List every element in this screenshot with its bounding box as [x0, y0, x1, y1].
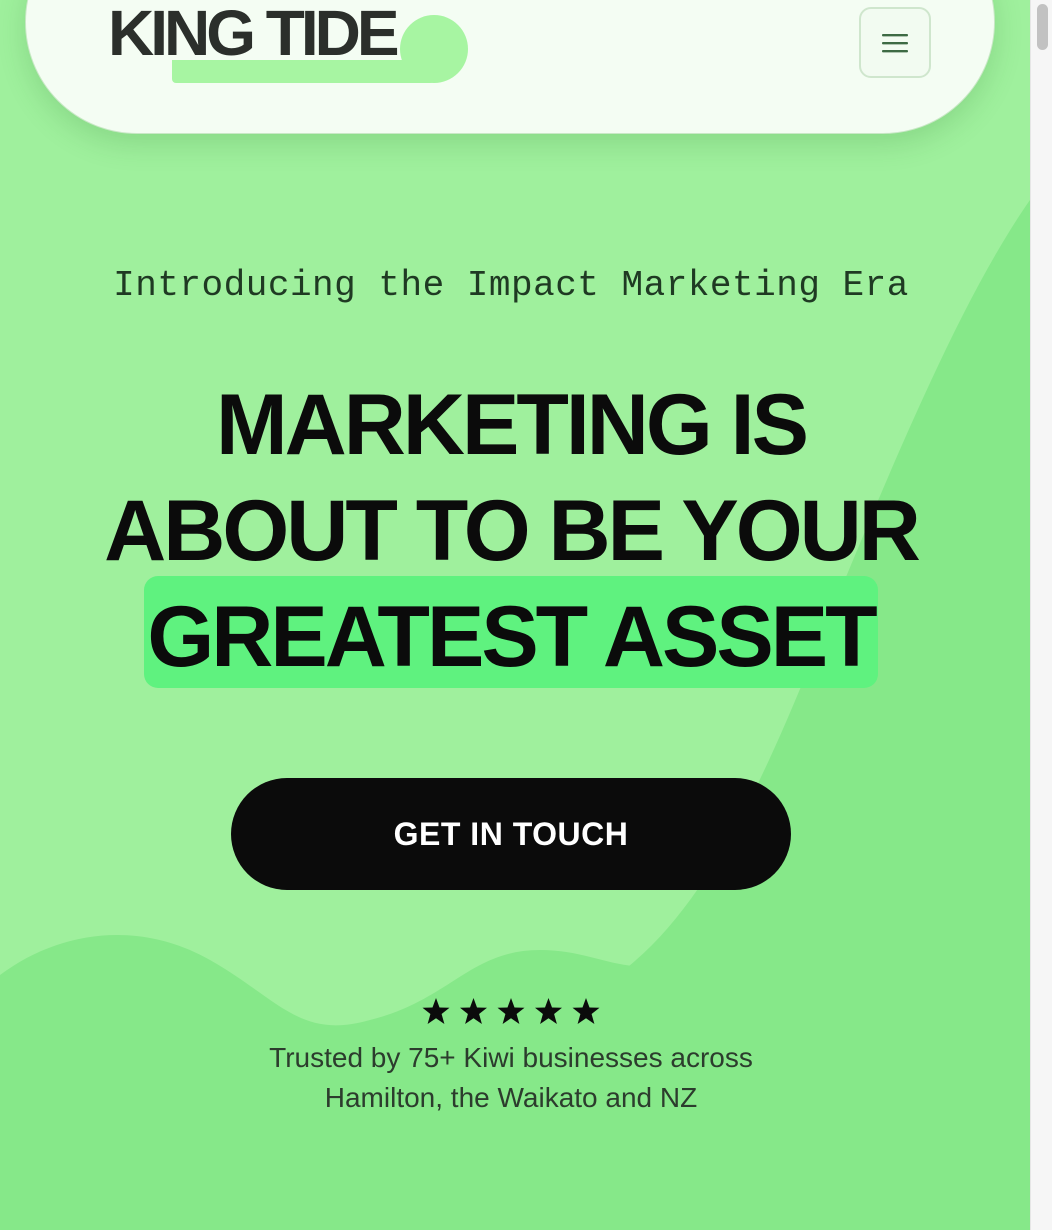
trust-statement: Trusted by 75+ Kiwi businesses across Ha… — [0, 1038, 1022, 1118]
rating-stars — [422, 998, 600, 1024]
star-icon — [422, 998, 450, 1024]
star-icon — [460, 998, 487, 1024]
star-icon — [572, 998, 600, 1024]
headline-line-2: ABOUT TO BE YOUR — [104, 483, 921, 579]
hero-eyebrow: Introducing the Impact Marketing Era — [113, 265, 909, 306]
headline-highlight: GREATEST ASSET — [147, 589, 877, 685]
menu-button[interactable] — [859, 7, 931, 78]
logo[interactable]: KING TIDE — [108, 0, 400, 68]
star-icon — [535, 998, 562, 1024]
star-icon — [497, 998, 525, 1024]
headline-line-1: MARKETING IS — [216, 377, 809, 473]
get-in-touch-button[interactable]: GET IN TOUCH — [231, 778, 791, 890]
scrollbar-thumb[interactable] — [1037, 4, 1048, 50]
hamburger-menu-icon — [882, 33, 908, 52]
hero-headline: MARKETING IS ABOUT TO BE YOUR GREATEST A… — [0, 372, 1022, 690]
trust-line-2: Hamilton, the Waikato and NZ — [324, 1082, 698, 1113]
page-viewport: KING TIDE Introducing the Impact Marketi… — [0, 0, 1030, 1230]
scrollbar[interactable] — [1030, 0, 1052, 1230]
trust-line-1: Trusted by 75+ Kiwi businesses across — [269, 1042, 753, 1073]
